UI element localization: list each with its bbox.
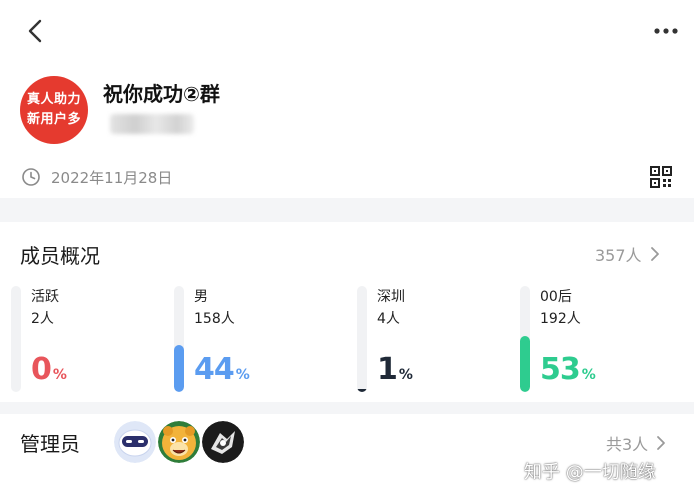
stat-city[interactable]: 深圳 4人 1% (357, 286, 517, 394)
more-dots-icon (654, 28, 678, 34)
members-overview-title: 成员概况 (20, 244, 100, 268)
group-avatar-line2: 新用户多 (26, 112, 81, 127)
stat-percent: 0% (31, 352, 67, 387)
stat-label: 男 (194, 289, 208, 305)
admins-title: 管理员 (20, 432, 80, 456)
group-avatar: 真人助力 新用户多 (20, 76, 88, 144)
stat-label: 深圳 (377, 289, 405, 305)
stat-count: 2人 (31, 311, 54, 327)
watermark: 知乎 @一切随缘 (524, 462, 656, 483)
group-avatar-line1: 真人助力 (26, 92, 81, 107)
member-total: 357人 (595, 246, 642, 265)
stat-percent-sign: % (52, 367, 67, 383)
stat-bar-fill (174, 345, 184, 392)
stat-bar-track (11, 286, 21, 392)
stat-percent: 44% (194, 352, 250, 387)
stat-percent-sign: % (235, 367, 250, 383)
qr-code-icon[interactable] (650, 166, 672, 188)
stat-percent-value: 53 (540, 352, 581, 387)
stat-count: 192人 (540, 311, 581, 327)
stat-age[interactable]: 00后 192人 53% (520, 286, 680, 394)
stat-active[interactable]: 活跃 2人 0% (11, 286, 171, 394)
stat-bar-fill (357, 389, 367, 392)
more-options-button[interactable] (652, 22, 682, 40)
stat-label: 00后 (540, 289, 572, 305)
stat-count: 4人 (377, 311, 400, 327)
stat-percent-value: 44 (194, 352, 235, 387)
stat-male[interactable]: 男 158人 44% (174, 286, 334, 394)
admin-total: 共3人 (606, 435, 649, 454)
section-divider (0, 198, 694, 222)
admin-avatar-robot[interactable] (114, 421, 156, 463)
member-count-link[interactable]: 357人 (595, 242, 660, 266)
admin-avatar-bear[interactable] (158, 421, 200, 463)
stat-bar-track (174, 286, 184, 392)
stat-percent-sign: % (581, 367, 596, 383)
stat-count: 158人 (194, 311, 235, 327)
chevron-right-icon (650, 247, 659, 261)
stat-percent-value: 0 (31, 352, 52, 387)
clock-icon (21, 167, 41, 187)
created-date: 2022年11月28日 (51, 169, 173, 187)
stat-percent-value: 1 (377, 352, 398, 387)
stat-percent-sign: % (398, 367, 413, 383)
stat-bar-track (357, 286, 367, 392)
stat-percent: 1% (377, 352, 413, 387)
stat-bar-track (520, 286, 530, 392)
back-button[interactable] (24, 18, 48, 44)
blurred-group-id (110, 114, 194, 134)
stat-bar-fill (520, 336, 530, 392)
stat-label: 活跃 (31, 289, 59, 305)
section-divider (0, 402, 694, 414)
chevron-right-icon (657, 436, 666, 450)
group-name: 祝你成功②群 (103, 82, 220, 106)
stat-percent: 53% (540, 352, 596, 387)
chevron-left-icon (28, 19, 42, 43)
admin-total-link[interactable]: 共3人 (606, 431, 666, 455)
admin-avatar-dark[interactable] (202, 421, 244, 463)
